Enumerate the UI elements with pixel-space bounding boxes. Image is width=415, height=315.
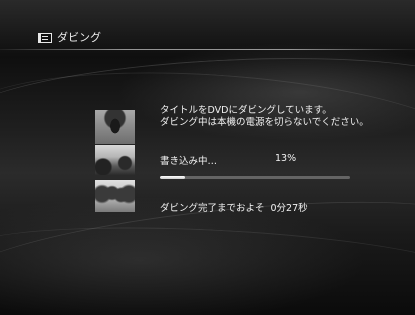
progress-percent: 13% xyxy=(275,153,297,164)
page-title: ダビング xyxy=(57,31,101,44)
remaining-time-text: ダビング完了までおよそ 0分27秒 xyxy=(160,200,308,214)
film-icon xyxy=(38,33,52,43)
header-divider xyxy=(0,49,415,50)
writing-status-label: 書き込み中… xyxy=(160,156,218,167)
progress-bar xyxy=(160,176,350,179)
header-bar: ダビング xyxy=(0,0,415,50)
remaining-time-value: 0分27秒 xyxy=(270,203,308,214)
background-wave xyxy=(0,57,415,214)
message-line-1: タイトルをDVDにダビングしています。 xyxy=(160,105,332,116)
progress-bar-fill xyxy=(160,176,185,179)
thumbnail-1 xyxy=(95,110,135,144)
remaining-label: ダビング完了までおよそ xyxy=(160,203,265,214)
dubbing-message: タイトルをDVDにダビングしています。 ダビング中は本機の電源を切らないでくださ… xyxy=(160,105,369,129)
thumbnail-2 xyxy=(95,145,135,175)
background-wave xyxy=(0,216,415,315)
message-line-2: ダビング中は本機の電源を切らないでください。 xyxy=(160,117,369,128)
thumbnail-3 xyxy=(95,180,135,212)
dubbing-screen: ダビング タイトルをDVDにダビングしています。 ダビング中は本機の電源を切らな… xyxy=(0,0,415,315)
